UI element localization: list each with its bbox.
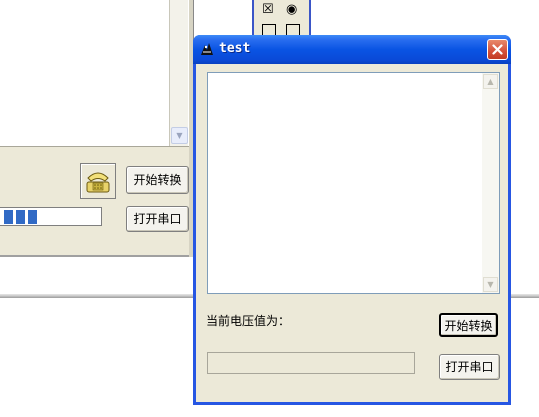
checkbox-icon[interactable] [286, 24, 300, 35]
background-listbox-scrollbar[interactable]: ▼ [169, 0, 188, 146]
close-button[interactable] [487, 39, 508, 60]
voltage-label: 当前电压值为： [206, 314, 291, 328]
phone-button[interactable] [80, 163, 116, 199]
scroll-up-arrow-icon[interactable]: ▲ [483, 74, 498, 89]
checkbox-icon[interactable]: ☒ [262, 2, 274, 17]
scroll-down-arrow-icon[interactable]: ▼ [483, 277, 498, 292]
dialog-title: test [219, 41, 251, 56]
checkbox-icon[interactable] [262, 24, 276, 35]
background-start-convert-button[interactable]: 开始转换 [126, 166, 189, 194]
test-dialog: test ▲ ▼ 当前电压值为： 开始转换 打开串口 [193, 35, 511, 405]
scroll-down-arrow-icon[interactable]: ▼ [171, 127, 188, 144]
listbox-scrollbar[interactable]: ▲ ▼ [482, 73, 499, 293]
progress-bar [207, 352, 415, 374]
progress-segment [28, 210, 37, 224]
progress-segment [16, 210, 25, 224]
open-port-button[interactable]: 打开串口 [439, 354, 500, 380]
close-icon [492, 44, 503, 55]
output-listbox[interactable]: ▲ ▼ [207, 72, 500, 294]
app-icon [201, 43, 213, 55]
background-open-port-button[interactable]: 打开串口 [126, 206, 189, 232]
progress-segment [4, 210, 13, 224]
title-bar[interactable]: test [193, 35, 511, 64]
radio-button-icon[interactable]: ◉ [286, 2, 297, 17]
other-window-strip: ☒ ◉ [252, 0, 311, 38]
phone-icon [86, 172, 110, 193]
dialog-body: ▲ ▼ 当前电压值为： 开始转换 打开串口 [196, 64, 508, 402]
background-progress-bar [0, 207, 102, 226]
start-convert-button[interactable]: 开始转换 [439, 313, 498, 337]
